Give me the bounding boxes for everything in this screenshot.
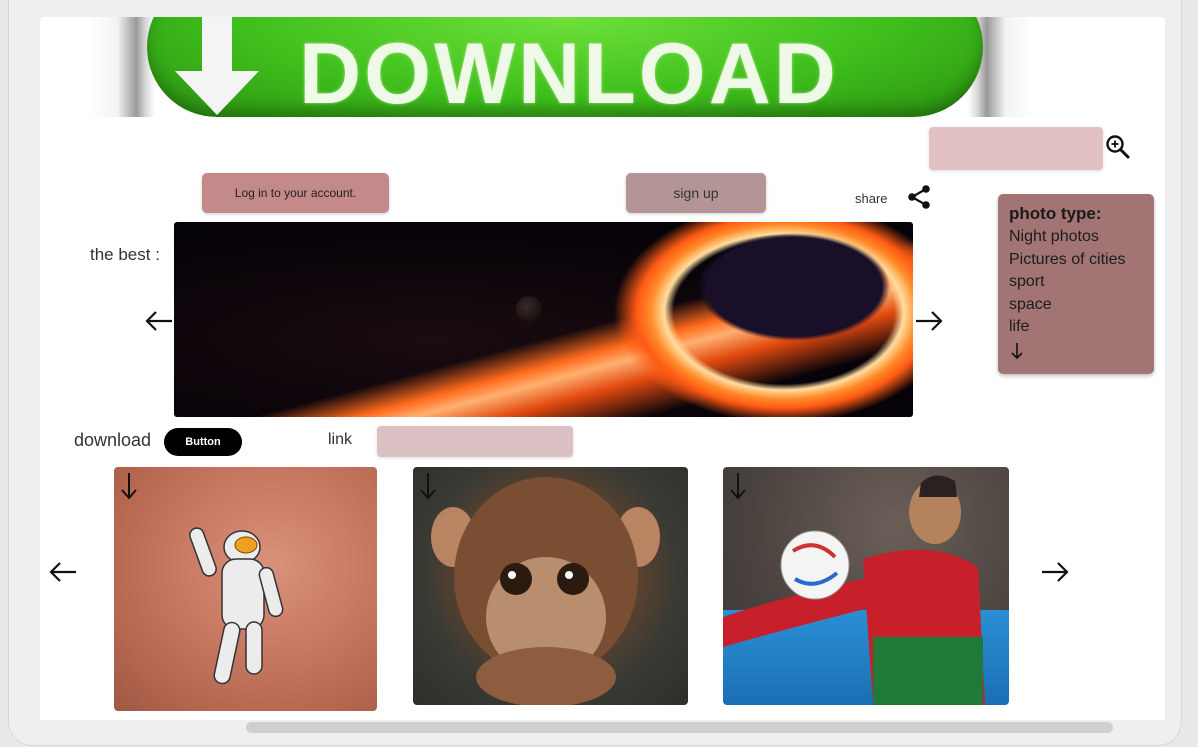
signup-button[interactable]: sign up bbox=[626, 173, 766, 213]
arrow-right-icon[interactable] bbox=[1040, 560, 1070, 584]
monkey-figure bbox=[431, 477, 660, 705]
arrow-down-icon[interactable] bbox=[120, 471, 138, 501]
gallery-image-astronaut[interactable] bbox=[114, 467, 377, 711]
device-frame: DOWNLOAD Log in to your account. sign up… bbox=[8, 0, 1182, 746]
link-label: link bbox=[328, 431, 353, 448]
astronaut-figure bbox=[189, 527, 284, 685]
hero-image[interactable] bbox=[174, 222, 913, 417]
photo-type-night[interactable]: Night photos bbox=[1009, 226, 1143, 249]
search-input[interactable] bbox=[929, 127, 1103, 170]
gallery-image-football[interactable] bbox=[723, 467, 1009, 705]
search-icon[interactable] bbox=[1105, 134, 1131, 160]
photo-type-space[interactable]: space bbox=[1009, 294, 1143, 317]
download-banner[interactable]: DOWNLOAD bbox=[89, 17, 1034, 117]
arrow-left-icon[interactable] bbox=[48, 560, 78, 584]
login-button[interactable]: Log in to your account. bbox=[202, 173, 389, 213]
download-arrow-icon bbox=[175, 17, 259, 115]
photo-type-menu: photo type: Night photos Pictures of cit… bbox=[998, 194, 1154, 374]
download-button[interactable]: Button bbox=[164, 428, 242, 456]
arrow-left-icon[interactable] bbox=[144, 309, 174, 333]
arrow-down-icon[interactable] bbox=[1009, 341, 1025, 361]
gallery-image-monkey[interactable] bbox=[413, 467, 688, 705]
link-input[interactable] bbox=[377, 426, 573, 457]
banner-text: DOWNLOAD bbox=[299, 26, 839, 117]
photo-type-life[interactable]: life bbox=[1009, 316, 1143, 339]
photo-type-cities[interactable]: Pictures of cities bbox=[1009, 249, 1143, 272]
photo-type-title: photo type: bbox=[1009, 204, 1102, 223]
arrow-down-icon[interactable] bbox=[419, 471, 437, 501]
page-viewport: DOWNLOAD Log in to your account. sign up… bbox=[40, 17, 1165, 720]
hero-planet bbox=[516, 296, 542, 322]
arrow-down-icon[interactable] bbox=[729, 471, 747, 501]
horizontal-scrollbar[interactable] bbox=[246, 722, 1113, 733]
share-icon[interactable] bbox=[905, 183, 933, 211]
download-label: download bbox=[74, 430, 152, 450]
photo-type-sport[interactable]: sport bbox=[1009, 271, 1143, 294]
share-label: share bbox=[855, 191, 888, 206]
hero-label: the best : bbox=[90, 245, 160, 264]
arrow-right-icon[interactable] bbox=[914, 309, 944, 333]
football-figure bbox=[723, 475, 985, 705]
